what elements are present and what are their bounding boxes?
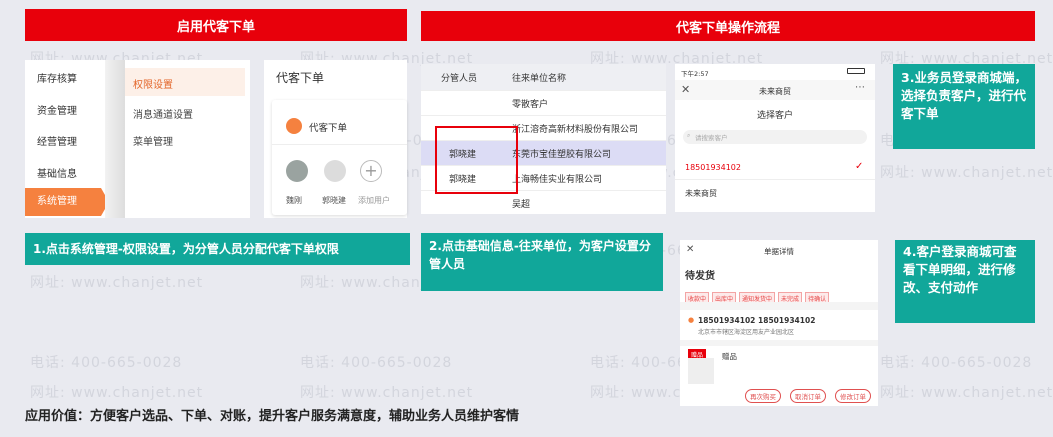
address: 北京市市辖区海淀区用友产业园北区	[698, 329, 795, 336]
status-time: 下午2:57	[681, 70, 709, 78]
watermark-url: 网址: www.chanjet.net	[880, 165, 1053, 181]
nav-title: 未来商贸	[759, 87, 791, 96]
edit-order-button[interactable]: 修改订单	[835, 389, 871, 403]
table-row[interactable]: 零散客户	[421, 91, 666, 116]
user-icon	[286, 118, 302, 134]
submenu-permissions[interactable]: 权限设置	[125, 76, 265, 91]
section1-title: 启用代客下单	[25, 9, 407, 41]
step4-caption: 4.客户登录商城可查看下单明细，进行修改、支付动作	[895, 240, 1035, 323]
table-row[interactable]: 吴超	[421, 191, 666, 216]
location-icon: ●	[688, 316, 695, 324]
battery-icon	[847, 68, 865, 74]
customer-search-input[interactable]: 请搜索客户	[683, 130, 867, 144]
agent-order-panel: 代客下单 代客下单 + 魏刚 郭晓建 添加用户	[264, 60, 407, 218]
rebuy-button[interactable]: 再次购买	[745, 389, 781, 403]
watermark-phone: 电话: 400-665-0028	[880, 355, 1033, 371]
submenu-menu-management[interactable]: 菜单管理	[125, 133, 265, 148]
submenu-message-channel[interactable]: 消息通道设置	[125, 106, 265, 121]
units-table: 分管人员 往来单位名称 零散客户 浙江溶奇高新材料股份有限公司 郭晓建 东莞市宝…	[421, 64, 666, 214]
search-icon: ⌕	[687, 132, 691, 139]
watermark-url: 网址: www.chanjet.net	[30, 275, 204, 291]
watermark-phone: 电话: 400-665-0028	[300, 355, 453, 371]
step1-caption: 1.点击系统管理-权限设置，为分管人员分配代客下单权限	[25, 233, 410, 265]
highlight-box	[435, 126, 518, 194]
column-header-manager: 分管人员	[441, 73, 478, 84]
column-header-unit: 往来单位名称	[512, 73, 567, 84]
footer-value-statement: 应用价值：方便客户选品、下单、对账，提升客户服务满意度，辅助业务人员维护客情	[25, 409, 520, 424]
watermark-url: 网址: www.chanjet.net	[880, 385, 1053, 401]
phone-select-customer: 下午2:57 ✕ 未来商贸 ⋯ 选择客户 请搜索客户 ⌕ 18501934102…	[675, 64, 875, 212]
watermark-url: 网址: www.chanjet.net	[30, 385, 204, 401]
order-status: 待发货	[685, 271, 715, 282]
list-item[interactable]: 未来商贸	[685, 188, 717, 199]
phone-order-detail: ✕ 单据详情 待发货 收款中 出库中 通知发货中 未完成 待确认 ● 185019341…	[680, 240, 878, 406]
select-customer-heading: 选择客户	[756, 111, 793, 121]
user-name: 郭晓建	[322, 196, 346, 205]
cancel-order-button[interactable]: 取消订单	[790, 389, 826, 403]
avatar[interactable]	[286, 160, 308, 182]
avatar[interactable]	[324, 160, 346, 182]
more-icon[interactable]: ⋯	[855, 82, 865, 93]
watermark-url: 网址: www.chanjet.net	[300, 385, 474, 401]
card-title: 代客下单	[309, 123, 348, 134]
product-image	[688, 358, 714, 384]
panel-title: 代客下单	[276, 71, 325, 85]
check-icon: ✓	[855, 161, 864, 172]
gift-label: 赠品	[722, 352, 737, 361]
add-user-icon[interactable]: +	[360, 160, 382, 182]
section2-title: 代客下单操作流程	[421, 11, 1035, 41]
add-user-label: 添加用户	[358, 196, 390, 205]
step3-caption: 3.业务员登录商城端，选择负责客户，进行代客下单	[893, 64, 1035, 149]
list-item[interactable]: 18501934102 ✓	[675, 156, 875, 180]
user-name: 魏刚	[286, 196, 302, 205]
customer-phone: 18501934102	[685, 163, 741, 172]
watermark-phone: 电话: 400-665-0028	[30, 355, 183, 371]
menu-item-system[interactable]: 系统管理	[25, 188, 101, 216]
step2-caption: 2.点击基础信息-往来单位，为客户设置分管人员	[421, 233, 663, 291]
contact-info: 18501934102 18501934102	[698, 316, 816, 325]
system-menu-panel: 库存核算 资金管理 经营管理 基础信息 系统管理 权限设置 消息通道设置 菜单管…	[25, 60, 250, 218]
nav-title: 单据详情	[764, 247, 794, 256]
